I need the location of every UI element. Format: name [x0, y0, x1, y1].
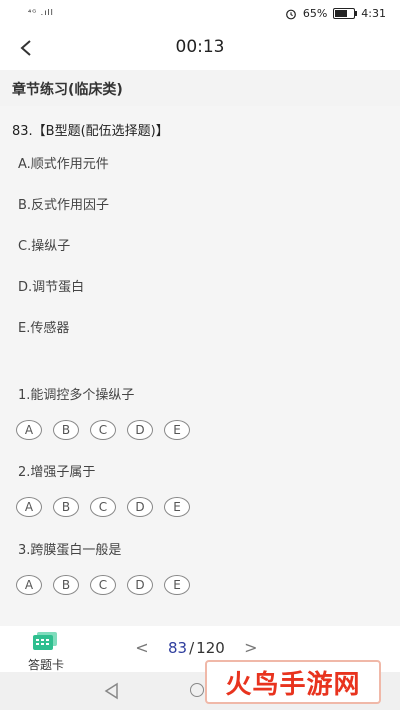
signal-icon: ⁴ᴳ .ıll [28, 8, 54, 17]
sub-question-1: 1.能调控多个操纵子 [18, 388, 135, 403]
choice-b[interactable]: B [53, 497, 79, 517]
answer-choices-2: A B C D E [16, 497, 190, 517]
sub-question-2: 2.增强子属于 [18, 465, 96, 480]
option-a: A.顺式作用元件 [18, 157, 109, 172]
choice-c[interactable]: C [90, 420, 116, 440]
choice-e[interactable]: E [164, 420, 190, 440]
alarm-icon [285, 9, 296, 19]
choice-c[interactable]: C [90, 497, 116, 517]
choice-a[interactable]: A [16, 420, 42, 440]
system-back-icon[interactable] [103, 682, 121, 700]
choice-c[interactable]: C [90, 575, 116, 595]
sub-question-3: 3.跨膜蛋白一般是 [18, 543, 122, 558]
choice-d[interactable]: D [127, 575, 153, 595]
answer-choices-3: A B C D E [16, 575, 190, 595]
answer-card-icon [33, 632, 57, 650]
choice-b[interactable]: B [53, 420, 79, 440]
pagination: < 83 / 120 > [130, 638, 263, 657]
current-page: 83 [168, 638, 188, 657]
choice-e[interactable]: E [164, 575, 190, 595]
nav-bar: 00:13 [0, 28, 400, 70]
answer-card-label: 答题卡 [27, 658, 64, 672]
prev-page-button[interactable]: < [130, 638, 154, 657]
choice-a[interactable]: A [16, 575, 42, 595]
question-area: 83.【B型题(配伍选择题)】 A.顺式作用元件 B.反式作用因子 C.操纵子 … [0, 106, 400, 626]
battery-icon [333, 8, 358, 19]
option-c: C.操纵子 [18, 239, 71, 254]
section-header: 章节练习(临床类) [0, 70, 400, 106]
watermark-text: 火鸟手游网 [225, 669, 361, 700]
answer-choices-1: A B C D E [16, 420, 190, 440]
watermark-logo: 火鸟手游网 [205, 660, 381, 704]
answer-card-button[interactable]: 答题卡 [16, 632, 76, 672]
clock: 4:31 [361, 7, 386, 20]
choice-e[interactable]: E [164, 497, 190, 517]
option-d: D.调节蛋白 [18, 280, 85, 295]
choice-a[interactable]: A [16, 497, 42, 517]
choice-d[interactable]: D [127, 497, 153, 517]
section-title: 章节练习(临床类) [12, 82, 123, 98]
battery-percent: 65% [302, 7, 328, 20]
option-e: E.传感器 [18, 321, 70, 336]
question-header: 83.【B型题(配伍选择题)】 [12, 124, 169, 139]
system-home-icon[interactable] [190, 683, 204, 697]
next-page-button[interactable]: > [239, 638, 263, 657]
status-right: 65% 4:31 [285, 7, 386, 20]
option-b: B.反式作用因子 [18, 198, 110, 213]
page-separator: / [189, 638, 195, 657]
total-pages: 120 [196, 638, 225, 657]
timer-title: 00:13 [175, 37, 225, 57]
status-bar: ⁴ᴳ .ıll 65% 4:31 [0, 0, 400, 28]
choice-b[interactable]: B [53, 575, 79, 595]
choice-d[interactable]: D [127, 420, 153, 440]
